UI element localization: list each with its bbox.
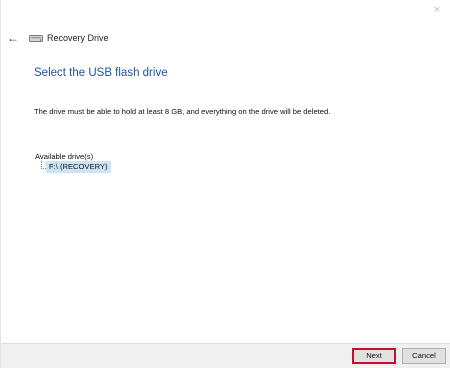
page-heading: Select the USB flash drive [34,67,168,79]
drive-icon [29,33,43,43]
recovery-drive-window: × ← Recovery Drive Select the USB flash … [0,0,450,368]
drive-requirement-text: The drive must be able to hold at least … [34,107,331,116]
next-button[interactable]: Next [352,348,396,364]
cancel-button[interactable]: Cancel [402,348,446,364]
footer-bar: Next Cancel [1,343,450,368]
available-drives-label: Available drive(s) [35,152,94,161]
title-bar: ← Recovery Drive [7,30,109,46]
window-title: Recovery Drive [47,33,109,43]
close-button[interactable]: × [424,0,450,20]
back-arrow-icon[interactable]: ← [7,30,23,46]
drive-list-item-f[interactable]: F:\ (RECOVERY) [46,161,111,173]
